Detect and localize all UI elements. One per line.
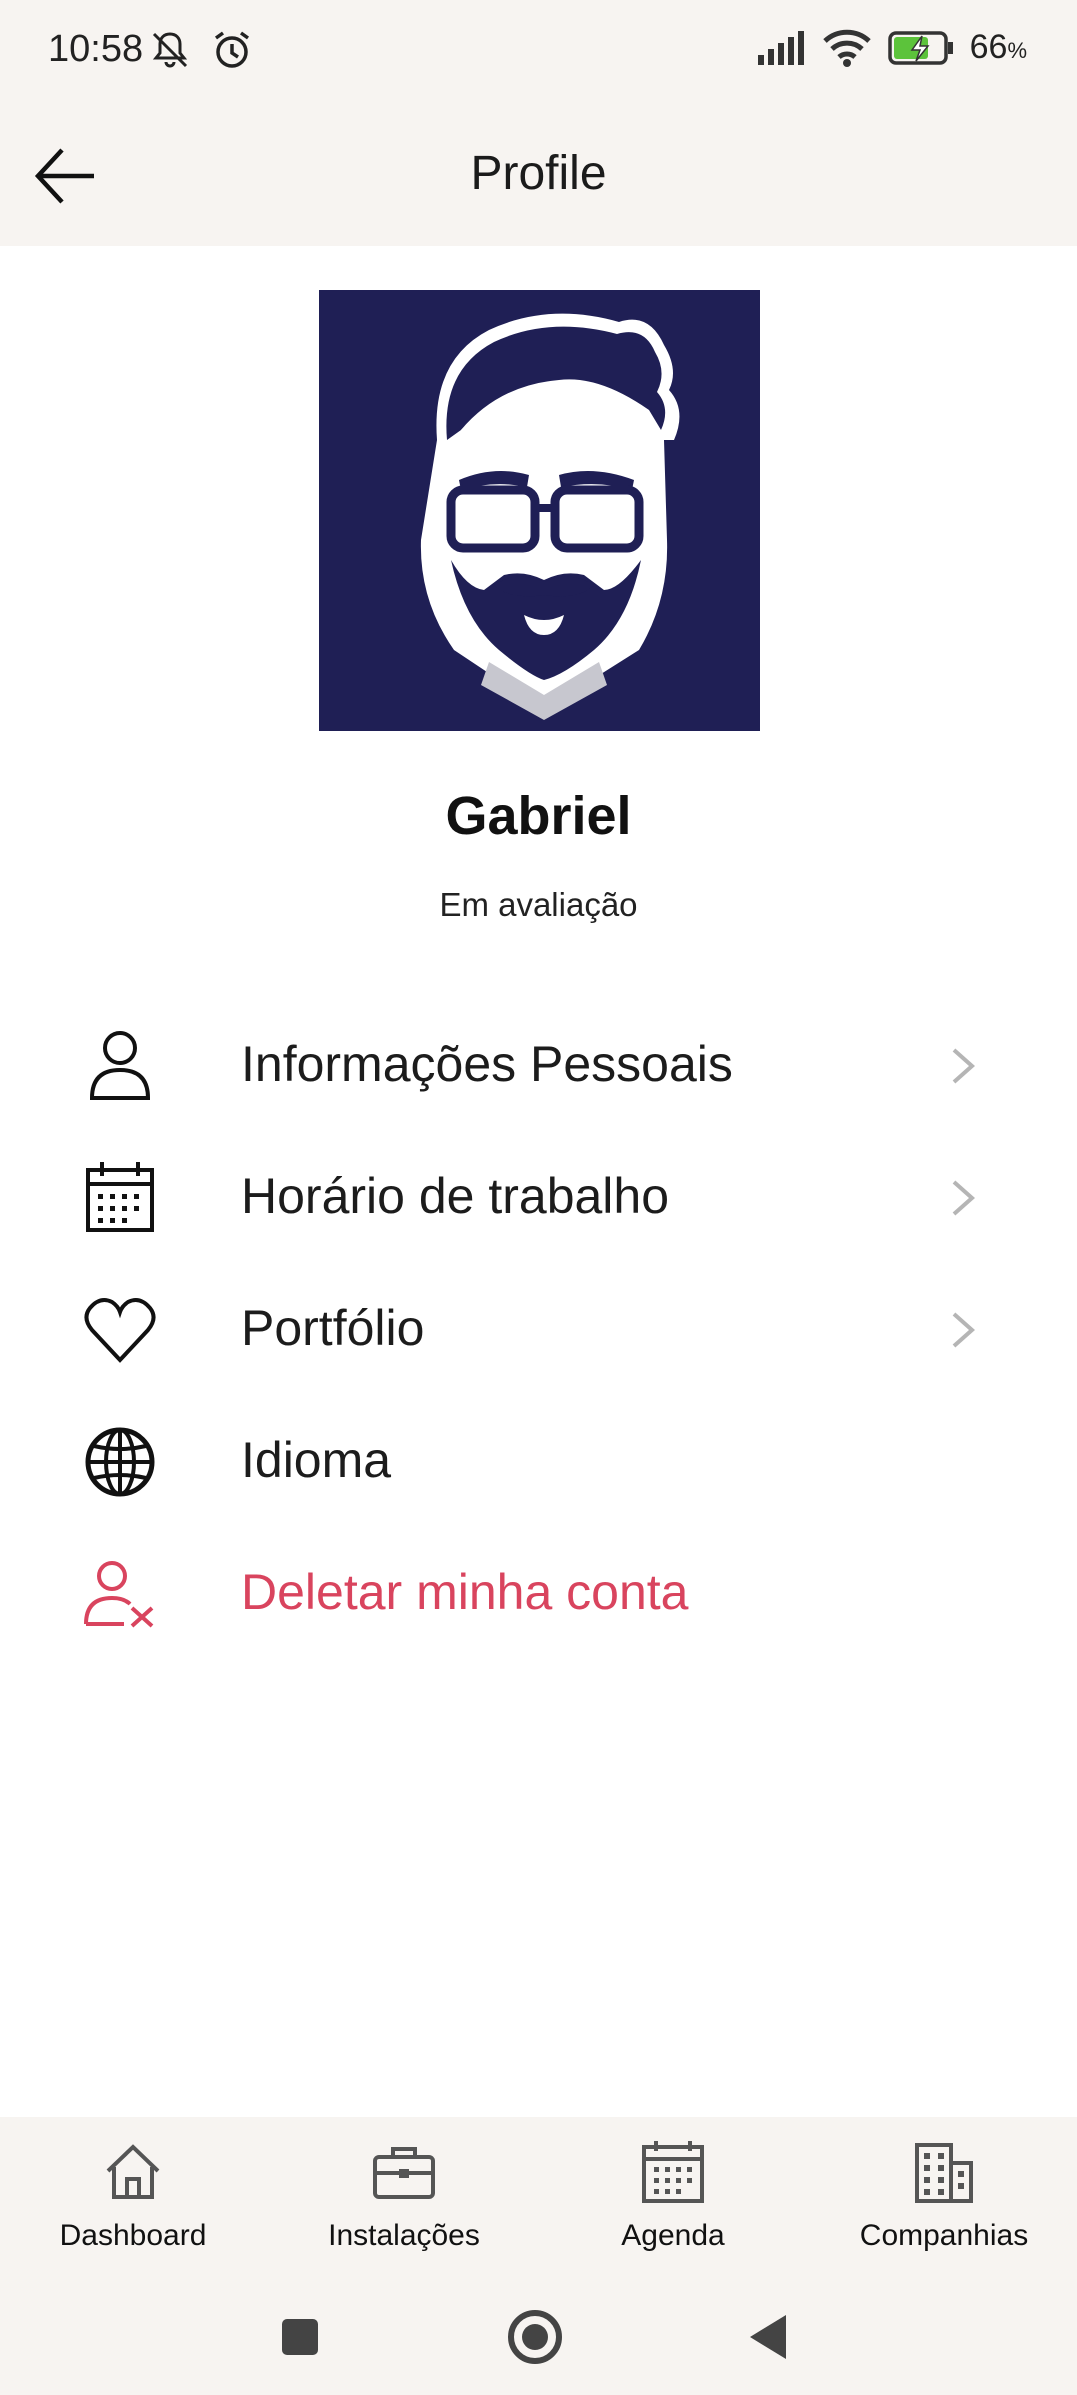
nav-item-companies[interactable]: Companhias [824, 2139, 1064, 2253]
battery-charging-icon [887, 30, 953, 65]
signal-icon [757, 30, 804, 65]
calendar-icon [642, 2141, 704, 2203]
menu-item-label: Idioma [241, 1432, 392, 1488]
briefcase-icon [373, 2147, 435, 2199]
menu-item-label: Informações Pessoais [241, 1036, 733, 1092]
globe-icon [85, 1427, 155, 1497]
avatar [319, 290, 760, 731]
chevron-right-icon [952, 1048, 976, 1084]
person-remove-icon [84, 1561, 154, 1628]
nav-item-agenda[interactable]: Agenda [553, 2139, 793, 2253]
recent-apps-icon[interactable] [268, 2305, 332, 2369]
home-circle-icon[interactable] [503, 2305, 567, 2369]
alarm-icon [214, 31, 250, 68]
profile-status: Em avaliação [439, 886, 638, 923]
nav-label: Agenda [621, 2219, 725, 2252]
menu-item-work-hours[interactable]: Horário de trabalho [0, 1132, 1077, 1264]
nav-item-installations[interactable]: Instalações [284, 2139, 524, 2253]
chevron-right-icon [952, 1312, 976, 1348]
battery-percent: 66% [969, 28, 1027, 66]
menu-item-label: Portfólio [241, 1300, 425, 1356]
chevron-right-icon [952, 1180, 976, 1216]
menu-item-delete-account[interactable]: Deletar minha conta [0, 1528, 1077, 1660]
page-title: Profile [470, 147, 607, 200]
mute-icon [152, 32, 188, 68]
menu-item-personal-info[interactable]: Informações Pessoais [0, 1000, 1077, 1132]
status-bar: 10:58 66% [0, 0, 1077, 110]
heart-icon [84, 1298, 156, 1363]
nav-label: Companhias [859, 2219, 1029, 2252]
building-icon [915, 2143, 973, 2203]
menu-item-label: Deletar minha conta [241, 1564, 689, 1620]
back-triangle-icon[interactable] [738, 2305, 802, 2369]
system-navigation-bar [0, 2277, 1077, 2395]
calendar-icon [86, 1162, 154, 1232]
person-icon [89, 1031, 151, 1100]
menu-item-language[interactable]: Idioma [0, 1396, 1077, 1528]
menu-item-label: Horário de trabalho [241, 1168, 670, 1224]
menu-item-portfolio[interactable]: Portfólio [0, 1264, 1077, 1396]
wifi-icon [822, 29, 871, 67]
nav-label: Instalações [328, 2219, 480, 2252]
bottom-navigation: Dashboard Instalações Agenda Companhias [0, 2117, 1077, 2277]
nav-item-dashboard[interactable]: Dashboard [13, 2139, 253, 2253]
profile-menu: Informações Pessoais Horário de trabalho… [0, 1000, 1077, 1660]
app-bar: Profile [0, 110, 1077, 246]
bearded-man-glasses-avatar [319, 290, 760, 731]
status-time: 10:58 [48, 28, 144, 70]
nav-label: Dashboard [59, 2219, 207, 2252]
home-icon [106, 2144, 160, 2199]
profile-name: Gabriel [445, 786, 632, 846]
